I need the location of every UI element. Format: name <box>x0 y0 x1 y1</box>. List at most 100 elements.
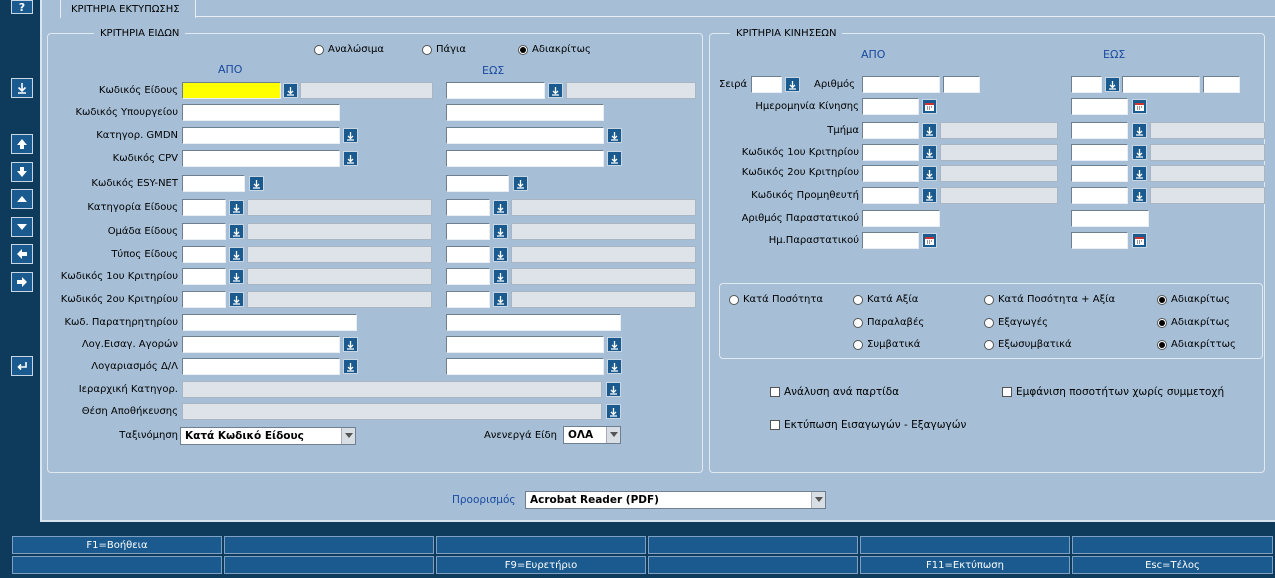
ministry-code-from-input[interactable] <box>182 104 340 121</box>
radio-contractual[interactable]: Συμβατικά <box>853 339 920 350</box>
group-to-lov[interactable] <box>493 224 508 239</box>
move-crit1-from-input[interactable] <box>862 144 919 161</box>
type-from-lov[interactable] <box>229 247 244 262</box>
move-crit1-to-lov[interactable] <box>1132 145 1147 160</box>
move-date-from-calendar[interactable] <box>922 99 937 114</box>
account-dl-to-lov[interactable] <box>607 359 622 374</box>
fkey-print[interactable]: F11=Εκτύπωση <box>860 556 1070 574</box>
group-to-input[interactable] <box>446 223 490 240</box>
print-imports-exports-checkbox[interactable]: Εκτύπωση Εισαγωγών - Εξαγωγών <box>770 419 966 431</box>
category-to-lov[interactable] <box>493 200 508 215</box>
category-from-input[interactable] <box>182 199 226 216</box>
department-from-input[interactable] <box>862 122 919 139</box>
radio-consumables[interactable]: Αναλώσιμα <box>314 44 384 55</box>
move-date-from-input[interactable] <box>862 98 919 115</box>
next-record-button[interactable] <box>11 217 33 237</box>
esynet-to-input[interactable] <box>446 175 509 192</box>
move-crit1-to-input[interactable] <box>1071 144 1128 161</box>
supplier-to-lov[interactable] <box>1132 188 1147 203</box>
number-from-suffix[interactable] <box>943 76 980 93</box>
move-date-to-input[interactable] <box>1071 98 1128 115</box>
destination-select[interactable]: Acrobat Reader (PDF) <box>525 491 826 509</box>
group-from-input[interactable] <box>182 223 226 240</box>
group-from-lov[interactable] <box>229 224 244 239</box>
cpv-from-lov[interactable] <box>343 151 358 166</box>
number-to-suffix[interactable] <box>1203 76 1240 93</box>
purchase-account-from-lov[interactable] <box>343 337 358 352</box>
radio-non-contractual[interactable]: Εξωσυμβατικά <box>984 339 1072 350</box>
move-crit2-from-lov[interactable] <box>922 166 937 181</box>
radio-exports[interactable]: Εξαγωγές <box>984 317 1048 328</box>
observatory-to-input[interactable] <box>446 314 621 331</box>
storage-input[interactable] <box>182 403 602 420</box>
move-crit2-to-input[interactable] <box>1071 165 1128 182</box>
esynet-from-lov[interactable] <box>249 176 264 191</box>
doc-number-from-input[interactable] <box>862 210 940 227</box>
esynet-from-input[interactable] <box>182 175 245 192</box>
type-to-input[interactable] <box>446 246 490 263</box>
sort-select[interactable]: Κατά Κωδικό Είδους <box>180 427 356 445</box>
series-from-lov[interactable] <box>785 77 800 92</box>
purchase-account-from-input[interactable] <box>182 336 340 353</box>
gmdn-from-input[interactable] <box>182 127 340 144</box>
doc-date-from-input[interactable] <box>862 232 919 249</box>
fkey-slot-r1-4[interactable] <box>648 536 858 554</box>
fkey-slot-r2-2[interactable] <box>224 556 434 574</box>
category-from-lov[interactable] <box>229 200 244 215</box>
series-to-lov[interactable] <box>1105 77 1120 92</box>
radio-all-types[interactable]: Αδιακρίτως <box>518 44 591 55</box>
fkey-slot-r1-6[interactable] <box>1072 536 1273 554</box>
account-dl-from-lov[interactable] <box>343 359 358 374</box>
last-record-button[interactable] <box>11 162 33 182</box>
radio-receipts[interactable]: Παραλαβές <box>853 317 924 328</box>
move-crit2-to-lov[interactable] <box>1132 166 1147 181</box>
number-to-input[interactable] <box>1122 76 1200 93</box>
crit1-from-lov[interactable] <box>229 269 244 284</box>
fkey-index[interactable]: F9=Ευρετήριο <box>436 556 646 574</box>
item-code-to-lov[interactable] <box>548 83 563 98</box>
move-crit2-from-input[interactable] <box>862 165 919 182</box>
show-no-participation-checkbox[interactable]: Εμφάνιση ποσοτήτων χωρίς συμμετοχή <box>1002 386 1224 398</box>
help-button[interactable]: ? <box>11 0 33 14</box>
radio-all-direction[interactable]: Αδιακρίτως <box>1157 317 1230 328</box>
move-date-to-calendar[interactable] <box>1132 99 1147 114</box>
type-from-input[interactable] <box>182 246 226 263</box>
cpv-from-input[interactable] <box>182 150 340 167</box>
ministry-code-to-input[interactable] <box>446 104 604 121</box>
doc-date-to-calendar[interactable] <box>1132 233 1147 248</box>
gmdn-from-lov[interactable] <box>343 128 358 143</box>
crit2-from-lov[interactable] <box>229 292 244 307</box>
esynet-to-lov[interactable] <box>513 176 528 191</box>
account-dl-from-input[interactable] <box>182 358 340 375</box>
hierarchy-input[interactable] <box>182 381 602 398</box>
supplier-from-lov[interactable] <box>922 188 937 203</box>
storage-lov[interactable] <box>606 404 621 419</box>
purchase-account-to-lov[interactable] <box>607 337 622 352</box>
item-code-to-input[interactable] <box>446 82 545 99</box>
fkey-help[interactable]: F1=Βοήθεια <box>12 536 222 554</box>
fkey-slot-r1-2[interactable] <box>224 536 434 554</box>
department-to-input[interactable] <box>1071 122 1128 139</box>
purchase-account-to-input[interactable] <box>446 336 604 353</box>
batch-analysis-checkbox[interactable]: Ανάλυση ανά παρτίδα <box>770 386 899 398</box>
series-to-input[interactable] <box>1071 76 1102 93</box>
supplier-to-input[interactable] <box>1071 187 1128 204</box>
prev-block-button[interactable] <box>11 244 33 264</box>
supplier-from-input[interactable] <box>862 187 919 204</box>
radio-by-quantity[interactable]: Κατά Ποσότητα <box>729 294 823 305</box>
radio-all-contract[interactable]: Αδιακρίττως <box>1157 339 1236 350</box>
first-record-button[interactable] <box>11 134 33 154</box>
fkey-slot-r2-1[interactable] <box>12 556 222 574</box>
crit1-to-lov[interactable] <box>493 269 508 284</box>
prev-record-button[interactable] <box>11 189 33 209</box>
inactive-select[interactable]: ΟΛΑ <box>563 426 621 444</box>
number-from-input[interactable] <box>862 76 940 93</box>
radio-all-measure[interactable]: Αδιακρίτως <box>1157 294 1230 305</box>
item-code-from-input[interactable] <box>182 82 281 99</box>
doc-date-to-input[interactable] <box>1071 232 1128 249</box>
save-button[interactable] <box>11 78 33 98</box>
move-crit1-from-lov[interactable] <box>922 145 937 160</box>
crit2-from-input[interactable] <box>182 291 226 308</box>
crit2-to-input[interactable] <box>446 291 490 308</box>
tab-print-criteria[interactable]: ΚΡΙΤΗΡΙΑ ΕΚΤΥΠΩΣΗΣ <box>60 0 196 18</box>
